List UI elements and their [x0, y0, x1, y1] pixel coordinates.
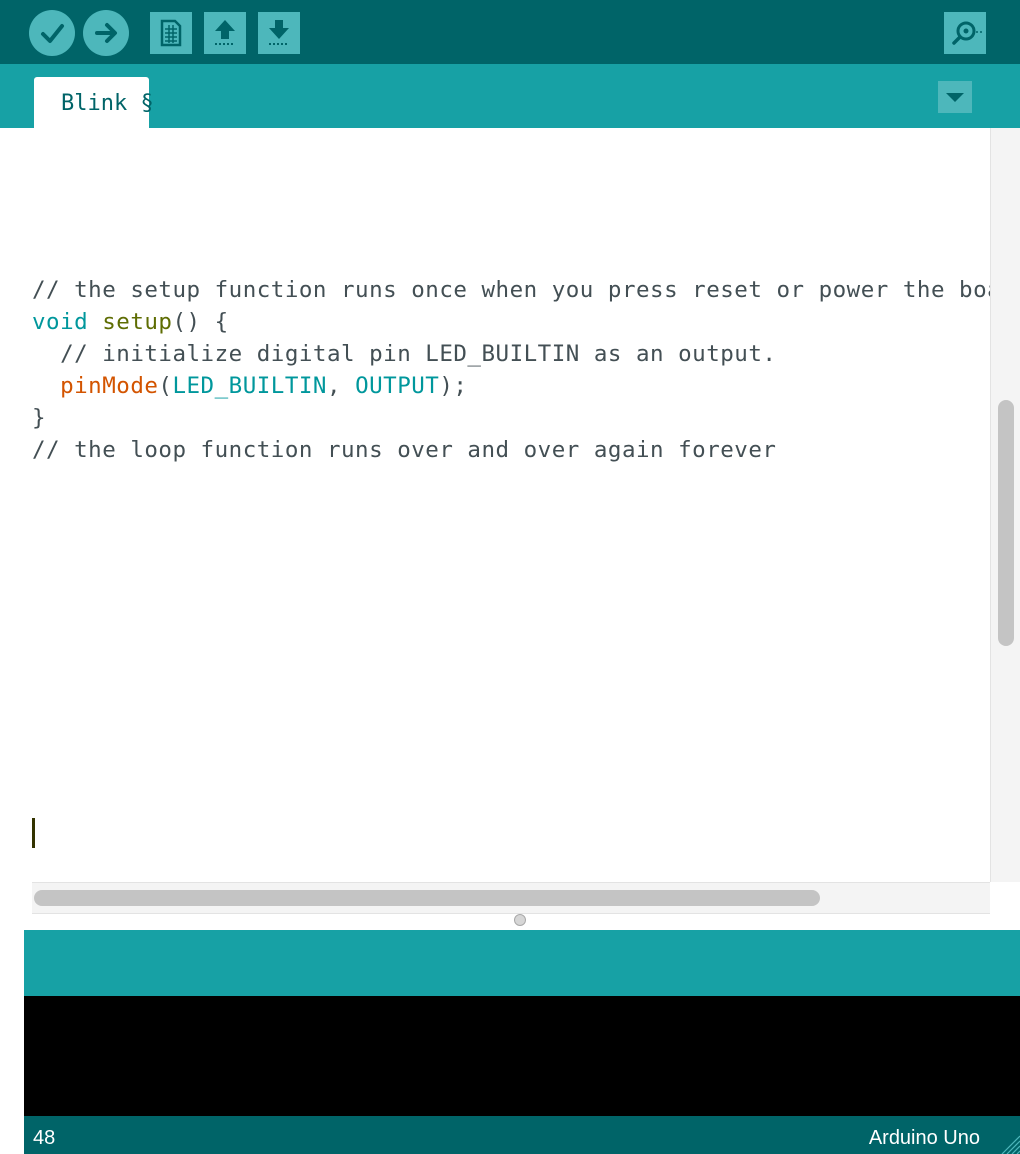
code-text: );	[439, 373, 468, 399]
verify-button[interactable]	[29, 10, 75, 56]
magnifier-icon	[952, 21, 982, 45]
check-icon	[41, 24, 64, 43]
arrow-right-icon	[95, 23, 117, 43]
code-function: setup	[102, 309, 173, 335]
code-editor[interactable]: // the setup function runs once when you…	[0, 128, 990, 882]
save-button[interactable]	[258, 12, 300, 54]
code-line: // the loop function runs over and over …	[32, 434, 776, 466]
vertical-scroll-thumb[interactable]	[998, 400, 1014, 646]
status-bar: 48 Arduino Uno	[24, 1116, 1020, 1154]
upload-button[interactable]	[83, 10, 129, 56]
code-text: }	[32, 405, 47, 431]
board-name: Arduino Uno	[868, 1127, 980, 1149]
new-button[interactable]	[150, 12, 192, 54]
open-button[interactable]	[204, 12, 246, 54]
arrow-down-icon	[269, 20, 289, 45]
message-area	[24, 930, 1020, 996]
code-line: // the setup function runs once when you…	[32, 274, 990, 306]
code-comment: // the loop function runs over and over …	[32, 437, 777, 463]
toolbar	[0, 0, 1020, 64]
triangle-down-icon	[946, 93, 964, 102]
tab-menu-button[interactable]	[938, 81, 972, 113]
new-file-icon	[160, 19, 182, 47]
code-comment: // the setup function runs once when you…	[32, 277, 990, 303]
code-constant: LED_BUILTIN	[172, 373, 327, 399]
serial-monitor-button[interactable]	[944, 12, 986, 54]
code-line: void setup() {	[32, 306, 229, 338]
code-line: }	[32, 402, 46, 434]
code-line: // initialize digital pin LED_BUILTIN as…	[32, 338, 776, 370]
tab-blink[interactable]: Blink §	[34, 77, 154, 128]
tab-label: Blink §	[61, 91, 154, 116]
code-keyword: void	[32, 309, 89, 335]
resize-grip-icon[interactable]	[996, 1130, 1020, 1154]
code-text: ,	[326, 373, 356, 399]
code-text: () {	[172, 309, 229, 335]
code-constant: OUTPUT	[355, 373, 440, 399]
line-number: 48	[33, 1127, 56, 1149]
code-text: (	[158, 373, 173, 399]
console-output[interactable]	[24, 996, 1020, 1116]
text-cursor	[32, 818, 35, 848]
split-pane-handle[interactable]	[514, 914, 526, 926]
horizontal-scroll-thumb[interactable]	[34, 890, 820, 906]
code-line: pinMode(LED_BUILTIN, OUTPUT);	[32, 370, 467, 402]
tab-bar: Blink §	[0, 64, 1020, 128]
code-comment: // initialize digital pin LED_BUILTIN as…	[32, 341, 777, 367]
arrow-up-icon	[215, 20, 235, 45]
code-builtin-function: pinMode	[60, 373, 159, 399]
